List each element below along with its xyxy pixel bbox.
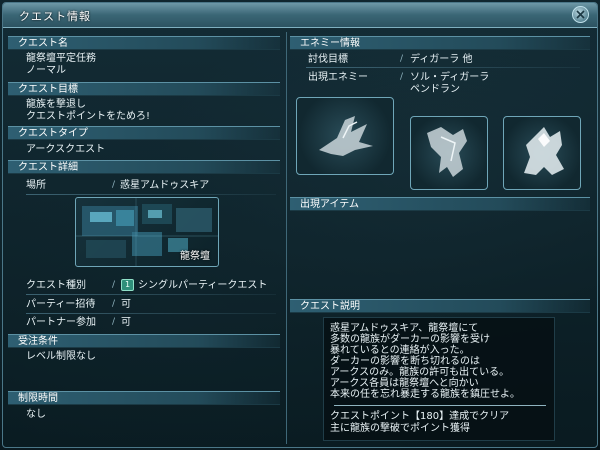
time-limit-value: なし — [26, 409, 46, 420]
separator-icon: / — [112, 317, 116, 327]
enemy-card[interactable] — [410, 116, 488, 190]
target-value: ディガーラ 他 — [410, 54, 473, 65]
party-invite-label: パーティー招待 — [26, 299, 96, 310]
quest-goal-line: 龍族を撃退し — [26, 99, 86, 110]
quest-difficulty: ノーマル — [26, 65, 66, 76]
map-label: 龍祭壇 — [180, 251, 210, 262]
dragon-silhouette-icon — [427, 127, 467, 177]
enemy-info-header: エネミー情報 — [290, 36, 590, 50]
row-divider — [306, 67, 580, 68]
separator-icon: / — [112, 299, 116, 309]
separator-icon: / — [400, 54, 404, 64]
location-value: 惑星アムドゥスキア — [120, 180, 210, 191]
window-title: クエスト情報 — [19, 10, 91, 23]
partner-join-label: パートナー参加 — [26, 317, 96, 328]
quest-name-header: クエスト名 — [8, 36, 280, 50]
conditions-value: レベル制限なし — [26, 351, 96, 362]
quest-name-line: 龍祭壇平定任務 — [26, 53, 96, 64]
time-limit-header: 制限時間 — [8, 391, 280, 405]
description-line: 本来の任を忘れ暴走する龍族を鎮圧せよ。 — [330, 389, 520, 400]
party-invite-value: 可 — [121, 299, 131, 310]
quest-type-value: アークスクエスト — [26, 144, 106, 155]
quest-detail-header: クエスト詳細 — [8, 160, 280, 174]
appear-enemy-value: ソル・ディガーラ — [410, 72, 490, 83]
close-icon — [576, 10, 585, 19]
close-button[interactable] — [572, 6, 589, 23]
enemy-card[interactable] — [503, 116, 581, 190]
appear-enemy-value: ペンドラン — [410, 84, 460, 95]
quest-category-label: クエスト種別 — [26, 280, 86, 291]
separator-icon: / — [112, 280, 116, 290]
area-map[interactable]: 龍祭壇 — [75, 197, 219, 267]
description-divider — [334, 405, 546, 406]
dragon-silhouette-icon — [319, 116, 373, 156]
appear-enemy-label: 出現エネミー — [308, 72, 368, 83]
conditions-header: 受注条件 — [8, 334, 280, 348]
row-divider — [26, 194, 276, 195]
separator-icon: / — [400, 72, 404, 82]
quest-type-header: クエストタイプ — [8, 126, 280, 140]
items-header: 出現アイテム — [290, 197, 590, 211]
row-divider — [26, 294, 276, 295]
title-bar[interactable]: クエスト情報 — [3, 3, 597, 28]
separator-icon: / — [112, 180, 116, 190]
quest-category-value: シングルパーティークエスト — [138, 280, 268, 291]
row-divider — [26, 313, 276, 314]
description-header: クエスト説明 — [290, 299, 590, 313]
quest-goal-line: クエストポイントをためろ! — [26, 111, 151, 122]
party-size-badge: 1 — [121, 279, 134, 291]
partner-join-value: 可 — [121, 317, 131, 328]
enemy-card[interactable] — [296, 97, 394, 175]
column-divider — [286, 32, 287, 444]
description-footer: 主に龍族の撃破でポイント獲得 — [330, 423, 470, 434]
dragon-silhouette-icon — [524, 127, 564, 175]
description-footer: クエストポイント【180】達成でクリア — [330, 411, 510, 422]
quest-goal-header: クエスト目標 — [8, 82, 280, 96]
target-label: 討伐目標 — [308, 54, 348, 65]
location-label: 場所 — [26, 180, 46, 191]
